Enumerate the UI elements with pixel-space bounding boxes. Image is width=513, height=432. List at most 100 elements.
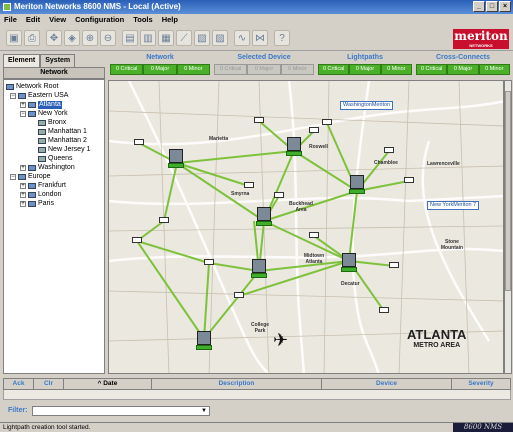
- tree-node[interactable]: + Washington: [20, 164, 75, 172]
- save-icon[interactable]: ▣: [6, 30, 22, 46]
- tree-node[interactable]: Queens: [38, 155, 73, 163]
- network-device[interactable]: [341, 253, 357, 273]
- network-status-panel: Network 0 Critical 0 Major 0 Minor: [110, 54, 210, 79]
- edge-device[interactable]: [204, 259, 214, 265]
- edge-device[interactable]: [244, 182, 254, 188]
- edge-device[interactable]: [379, 307, 389, 313]
- new-york-callout[interactable]: New YorkMeriton 7: [427, 201, 480, 210]
- chevron-down-icon[interactable]: ▼: [201, 408, 207, 415]
- print-icon[interactable]: ⎙: [24, 30, 40, 46]
- network-map[interactable]: Marietta Roswell Smyrna Buckhead Area Ch…: [108, 80, 504, 374]
- node-icon[interactable]: ▦: [158, 30, 174, 46]
- cross-connect-icon[interactable]: ⋈: [252, 30, 268, 46]
- tree-node[interactable]: Bronx: [38, 119, 66, 127]
- minimize-button[interactable]: _: [473, 1, 485, 12]
- tree-node[interactable]: + Frankfurt: [20, 182, 66, 190]
- minor-count[interactable]: 0 Minor: [478, 64, 510, 75]
- link-icon[interactable]: ⟋: [176, 30, 192, 46]
- edge-device[interactable]: [254, 117, 264, 123]
- critical-count[interactable]: 0 Critical: [416, 64, 448, 75]
- map-scrollbar[interactable]: [504, 80, 512, 374]
- tree-node[interactable]: Network Root: [6, 83, 58, 91]
- column-description[interactable]: Description: [152, 379, 322, 389]
- alarm-table-body[interactable]: [3, 390, 511, 400]
- edge-device[interactable]: [309, 232, 319, 238]
- menu-tools[interactable]: Tools: [133, 14, 152, 26]
- menu-configuration[interactable]: Configuration: [75, 14, 124, 26]
- critical-count[interactable]: 0 Critical: [110, 64, 144, 75]
- filter-label: Filter:: [8, 407, 28, 414]
- edge-device[interactable]: [309, 127, 319, 133]
- major-count[interactable]: 0 Major: [447, 64, 479, 75]
- network-device[interactable]: [251, 259, 267, 279]
- zoom-out-icon[interactable]: ⊖: [100, 30, 116, 46]
- edge-device[interactable]: [134, 139, 144, 145]
- column-ack[interactable]: Ack: [4, 379, 34, 389]
- network-device[interactable]: [349, 175, 365, 195]
- move-icon[interactable]: ✥: [46, 30, 62, 46]
- expand-toggle[interactable]: +: [20, 201, 26, 207]
- device-icon[interactable]: ▤: [122, 30, 138, 46]
- close-button[interactable]: ×: [499, 1, 511, 12]
- edge-device[interactable]: [322, 119, 332, 125]
- tab-element[interactable]: Element: [3, 54, 41, 67]
- network-device[interactable]: [196, 331, 212, 351]
- tree-node-label: Network Root: [16, 83, 59, 90]
- network-device[interactable]: [256, 207, 272, 227]
- edge-device[interactable]: [159, 217, 169, 223]
- tree-node[interactable]: − Eastern USA: [10, 92, 68, 100]
- network-device[interactable]: [286, 137, 302, 157]
- column-date[interactable]: ^ Date: [64, 379, 152, 389]
- tree-node[interactable]: − Europe: [10, 173, 51, 181]
- tree-node[interactable]: New Jersey 1: [38, 146, 90, 154]
- edge-device[interactable]: [389, 262, 399, 268]
- tree-node-label: London: [38, 191, 62, 198]
- critical-count[interactable]: 0 Critical: [318, 64, 350, 75]
- select-icon[interactable]: ◈: [64, 30, 80, 46]
- collapse-toggle[interactable]: −: [20, 111, 26, 117]
- menu-edit[interactable]: Edit: [26, 14, 40, 26]
- expand-toggle[interactable]: +: [20, 165, 26, 171]
- collapse-toggle[interactable]: −: [10, 93, 16, 99]
- edge-device[interactable]: [384, 147, 394, 153]
- zoom-in-icon[interactable]: ⊕: [82, 30, 98, 46]
- column-device[interactable]: Device: [322, 379, 452, 389]
- lightpath-icon[interactable]: ∿: [234, 30, 250, 46]
- help-icon[interactable]: ?: [274, 30, 290, 46]
- edge-device[interactable]: [132, 237, 142, 243]
- network-tree[interactable]: Network Root − Eastern USA + Atlanta − N…: [3, 79, 105, 374]
- expand-toggle[interactable]: +: [20, 192, 26, 198]
- tree-node[interactable]: + London: [20, 191, 61, 199]
- tab-system[interactable]: System: [40, 54, 76, 67]
- major-count[interactable]: 0 Major: [143, 64, 177, 75]
- collapse-toggle[interactable]: −: [10, 174, 16, 180]
- column-clr[interactable]: Clr: [34, 379, 64, 389]
- tree-node[interactable]: + Paris: [20, 200, 54, 208]
- column-severity[interactable]: Severity: [452, 379, 510, 389]
- edge-device[interactable]: [234, 292, 244, 298]
- rack-icon[interactable]: ▥: [140, 30, 156, 46]
- tree-node[interactable]: − New York: [20, 110, 68, 118]
- network-device[interactable]: [168, 149, 184, 169]
- maximize-button[interactable]: □: [486, 1, 498, 12]
- expand-toggle[interactable]: +: [20, 102, 26, 108]
- scrollbar-thumb[interactable]: [505, 91, 511, 291]
- tree-node[interactable]: Manhattan 2: [38, 137, 87, 145]
- washington-callout[interactable]: WashingtonMeriton: [340, 101, 394, 110]
- major-count[interactable]: 0 Major: [349, 64, 381, 75]
- menu-file[interactable]: File: [4, 14, 17, 26]
- menu-help[interactable]: Help: [162, 14, 178, 26]
- airport-icon: ✈: [273, 330, 289, 350]
- filter-dropdown[interactable]: ▼: [32, 406, 210, 416]
- city-subtitle: METRO AREA: [413, 342, 461, 349]
- edge-device[interactable]: [274, 192, 284, 198]
- group-icon[interactable]: ▧: [194, 30, 210, 46]
- delete-node-icon[interactable]: ▨: [212, 30, 228, 46]
- tree-node[interactable]: + Atlanta: [20, 101, 62, 109]
- minor-count[interactable]: 0 Minor: [380, 64, 412, 75]
- menu-view[interactable]: View: [49, 14, 66, 26]
- minor-count[interactable]: 0 Minor: [176, 64, 210, 75]
- tree-node[interactable]: Manhattan 1: [38, 128, 87, 136]
- expand-toggle[interactable]: +: [20, 183, 26, 189]
- edge-device[interactable]: [404, 177, 414, 183]
